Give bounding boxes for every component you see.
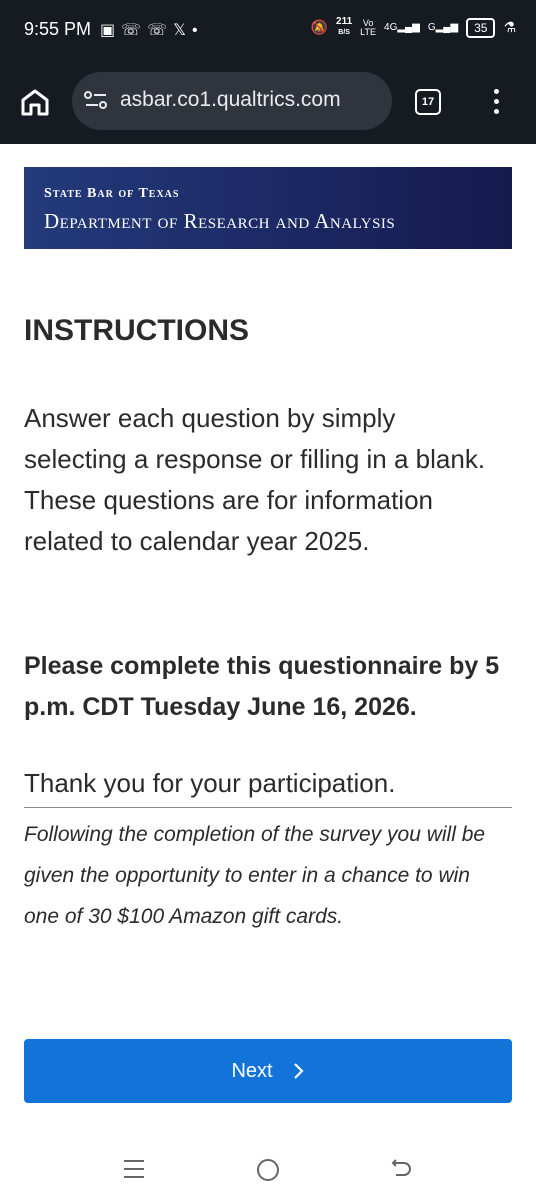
url-text[interactable]: asbar.co1.qualtrics.com (120, 88, 341, 112)
whatsapp-icon: ☏ (121, 22, 148, 39)
app-notification-icon: ▣ (100, 22, 122, 39)
chevron-right-icon (293, 1063, 304, 1079)
thanks-text: Thank you for your participation. (24, 768, 396, 798)
tab-switcher-button[interactable]: 17 (415, 89, 441, 115)
deadline-text: Please complete this questionnaire by 5 … (24, 652, 500, 721)
x-icon: 𝕏 (173, 22, 193, 39)
banner-organization: State Bar of Texas (44, 186, 180, 201)
net-speed-value: 211 (336, 16, 353, 27)
instructions-text: Answer each question by simply selecting… (24, 403, 486, 556)
signal-4g-icon: 4G▂▄▆ (384, 22, 420, 33)
net-speed: 211 B/S (336, 17, 352, 38)
next-button-label: Next (231, 1059, 273, 1082)
banner-department: Department of Research and Analysis (44, 209, 396, 233)
system-nav-bar (0, 1140, 536, 1200)
site-settings-icon[interactable] (84, 90, 108, 115)
lab-icon: ⚗ (503, 19, 516, 35)
recents-icon[interactable] (124, 1160, 144, 1184)
signal-icon: G▂▄▆ (427, 22, 459, 33)
whatsapp-icon: ☏ (147, 22, 174, 39)
header-banner: State Bar of Texas Department of Researc… (24, 167, 512, 249)
divider (24, 807, 512, 808)
status-bar: 9:55 PM ▣☏☏𝕏• 🔕 211 B/S Vo LTE 4G▂▄▆ G▂▄▆… (0, 0, 536, 60)
notification-icons: ▣☏☏𝕏• (100, 20, 204, 40)
page-title: INSTRUCTIONS (24, 314, 249, 347)
gift-card-note: Following the completion of the survey y… (24, 823, 486, 928)
status-indicators: 🔕 211 B/S Vo LTE 4G▂▄▆ G▂▄▆ 35 ⚗ (311, 17, 516, 38)
net-speed-unit: B/S (338, 29, 350, 36)
back-icon[interactable] (390, 1156, 412, 1183)
more-menu-icon[interactable] (494, 89, 499, 119)
dot-icon: • (192, 22, 204, 39)
home-nav-icon[interactable] (257, 1159, 279, 1181)
status-time: 9:55 PM (24, 19, 92, 39)
home-icon[interactable] (20, 88, 50, 116)
battery-icon: 35 (466, 17, 496, 38)
volte-icon: Vo LTE (360, 17, 377, 37)
mute-icon: 🔕 (310, 19, 329, 35)
next-button[interactable]: Next (24, 1039, 512, 1103)
